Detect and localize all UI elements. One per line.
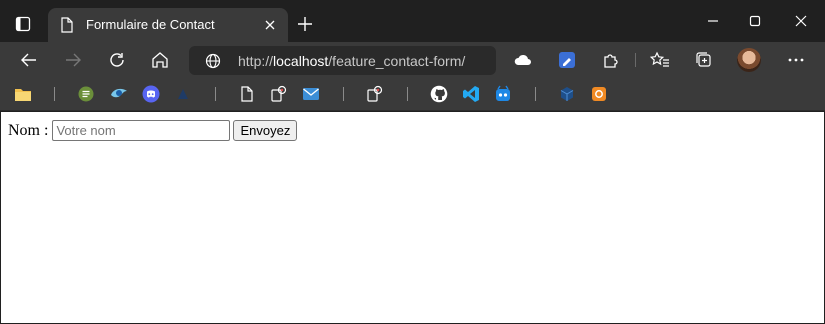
vscode-icon[interactable]: [462, 85, 480, 103]
toolbar-divider: [635, 53, 636, 67]
name-input[interactable]: [52, 120, 231, 141]
submit-button[interactable]: Envoyez: [233, 120, 298, 141]
page-viewport: Nom : Envoyez: [1, 112, 824, 323]
active-tab[interactable]: Formulaire de Contact: [48, 8, 288, 42]
navigation-toolbar: http://localhost/feature_contact-form/: [0, 42, 825, 78]
new-tab-button[interactable]: [294, 13, 316, 35]
folder-icon[interactable]: [14, 85, 32, 103]
refresh-button[interactable]: [103, 46, 131, 74]
tab-actions-icon[interactable]: [8, 9, 38, 39]
browser-window: Formulaire de Contact http://localhost/f…: [0, 0, 825, 324]
favorites-icon[interactable]: [650, 50, 670, 70]
discord-icon[interactable]: [142, 85, 160, 103]
dark-site-icon[interactable]: [174, 85, 192, 103]
puzzle-icon[interactable]: [601, 50, 621, 70]
pages-icon[interactable]: [366, 85, 384, 103]
close-window-button[interactable]: [781, 8, 821, 34]
home-button[interactable]: [146, 46, 174, 74]
cloud-extension-icon[interactable]: [513, 50, 533, 70]
bookmarks-bar: [0, 78, 825, 111]
ellipsis-icon[interactable]: [786, 50, 806, 70]
github-icon[interactable]: [430, 85, 448, 103]
forward-button[interactable]: [59, 46, 87, 74]
close-tab-icon[interactable]: [262, 17, 278, 33]
orange-app-icon[interactable]: [590, 85, 608, 103]
tab-strip: Formulaire de Contact: [0, 0, 825, 42]
globe-icon[interactable]: [205, 53, 221, 69]
document-icon[interactable]: [238, 85, 256, 103]
collections-icon[interactable]: [694, 50, 714, 70]
bookmark-separator: [54, 87, 55, 101]
maximize-button[interactable]: [735, 8, 775, 34]
feed-reader-icon[interactable]: [77, 85, 95, 103]
back-button[interactable]: [15, 46, 43, 74]
url-path: /feature_contact-form/: [328, 53, 466, 69]
address-bar[interactable]: http://localhost/feature_contact-form/: [189, 46, 496, 75]
minimize-button[interactable]: [693, 8, 733, 34]
url-scheme: http://: [238, 53, 274, 69]
name-label: Nom :: [8, 121, 49, 139]
docker-whale-icon[interactable]: [110, 85, 128, 103]
bookmark-separator: [407, 87, 408, 101]
bookmark-separator: [535, 87, 536, 101]
cube-icon[interactable]: [558, 85, 576, 103]
url-host: localhost: [273, 53, 329, 69]
document-icon: [60, 17, 74, 33]
color-picker-extension-icon[interactable]: [557, 50, 577, 70]
gitlab-bot-icon[interactable]: [494, 85, 512, 103]
bookmark-separator: [343, 87, 344, 101]
tab-title: Formulaire de Contact: [86, 17, 215, 32]
profile-avatar[interactable]: [737, 48, 761, 72]
contact-form: Nom : Envoyez: [8, 120, 298, 141]
pages-icon[interactable]: [270, 85, 288, 103]
mail-icon[interactable]: [302, 85, 320, 103]
url-text: http://localhost/feature_contact-form/: [238, 53, 465, 69]
bookmark-separator: [215, 87, 216, 101]
